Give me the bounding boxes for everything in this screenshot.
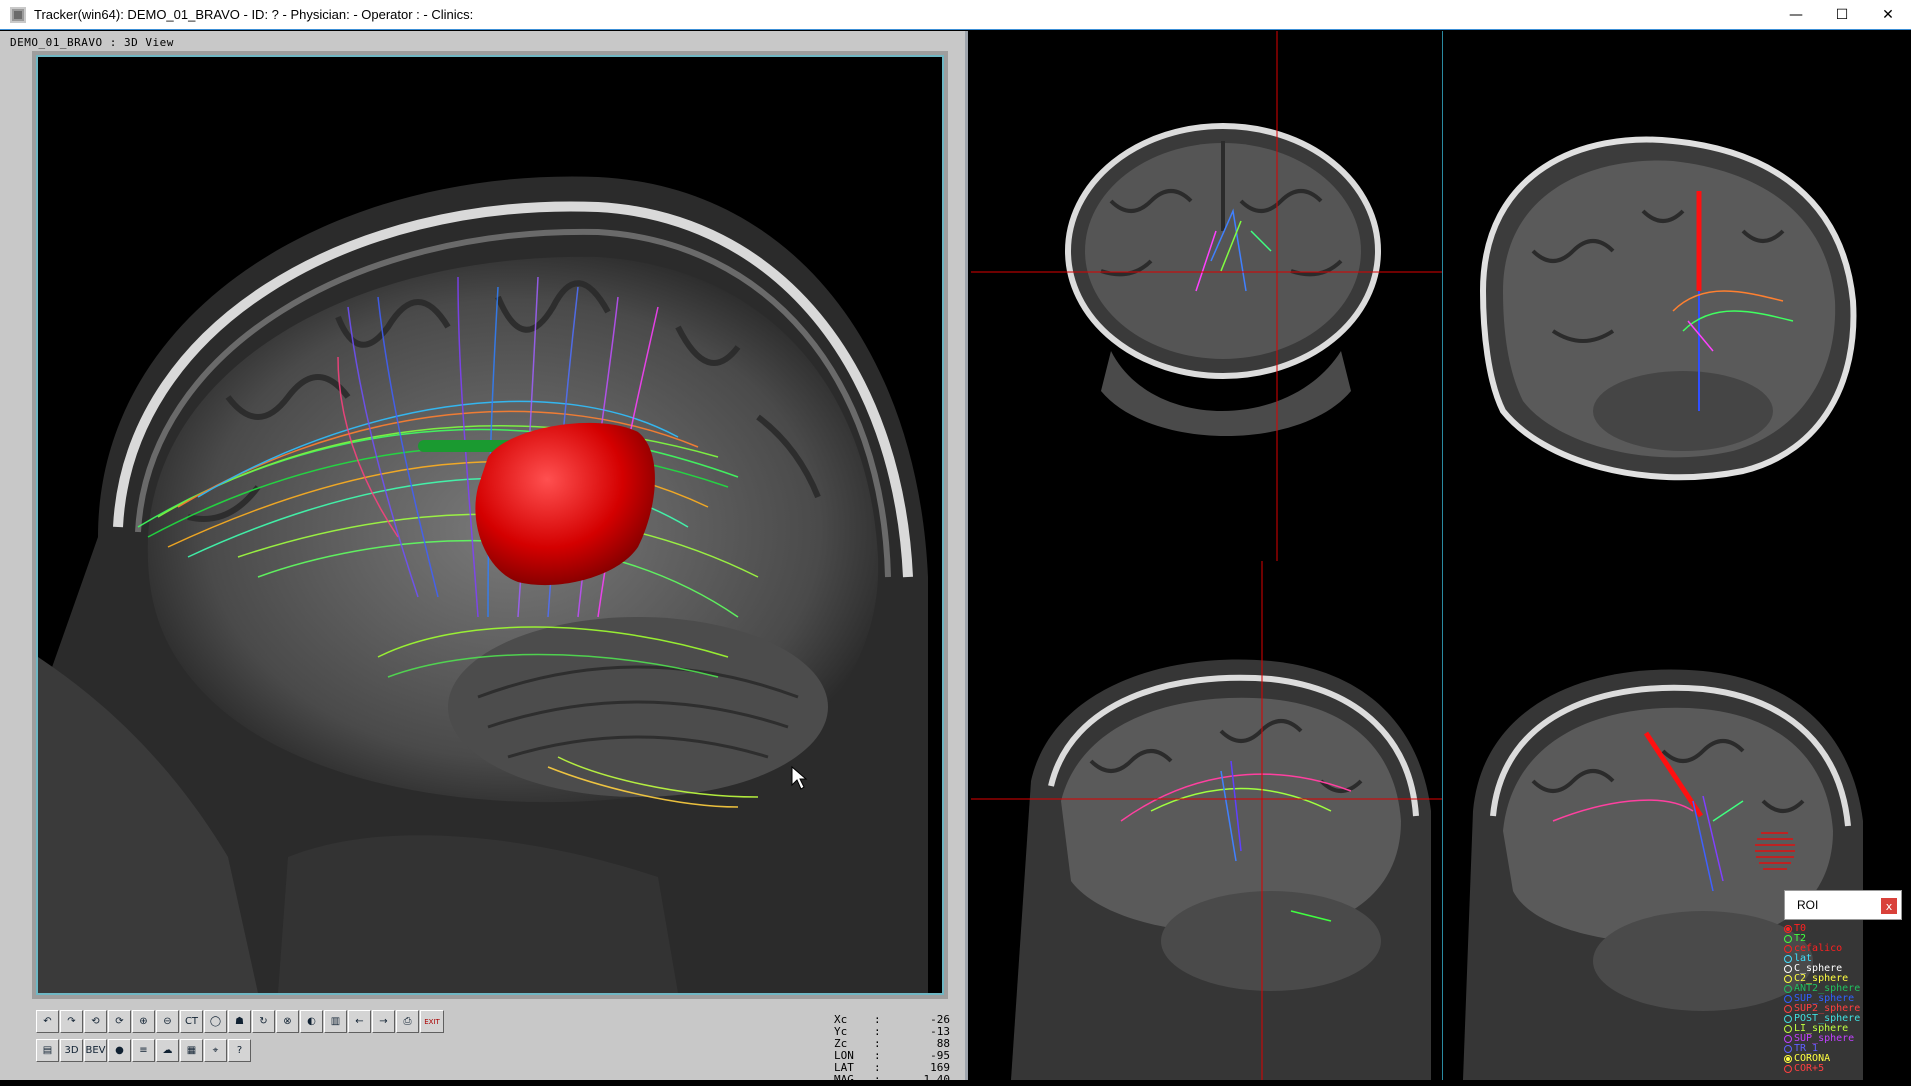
title-bar: Tracker(win64): DEMO_01_BRAVO - ID: ? - … [0, 0, 1911, 30]
roi-radio-icon[interactable] [1784, 925, 1792, 933]
maximize-button[interactable]: ☐ [1819, 0, 1865, 30]
coronal-view[interactable] [971, 31, 1442, 561]
roi-title: ROI [1797, 898, 1819, 912]
rotate-head-icon[interactable]: ↻ [252, 1010, 275, 1033]
zoom-in-icon[interactable]: ⊕ [132, 1010, 155, 1033]
roi-close-button[interactable]: x [1881, 898, 1897, 914]
coord-separator: : [874, 1073, 881, 1086]
help-icon[interactable]: ? [228, 1039, 251, 1062]
sagittal-view-top[interactable] [1443, 31, 1911, 561]
zoom-out-icon[interactable]: ⊖ [156, 1010, 179, 1033]
roi-radio-icon[interactable] [1784, 1025, 1792, 1033]
coord-row: MAG: 1.40 [834, 1074, 950, 1086]
filter-icon[interactable]: ≡ [132, 1039, 155, 1062]
poi-calendar-icon[interactable]: ▦ [180, 1039, 203, 1062]
rotate-left-icon[interactable]: ⟲ [84, 1010, 107, 1033]
window-controls: — ☐ ✕ [1773, 0, 1911, 30]
bev-icon[interactable]: BEV [84, 1039, 107, 1062]
ct-volume-icon[interactable]: CT [180, 1010, 203, 1033]
toolbar-row-2: ▤ 3D BEV ● ≡ ☁ ▦ ⌖? [36, 1039, 456, 1065]
exit-icon[interactable]: EXIT [420, 1010, 444, 1033]
arrow-right-icon[interactable]: → [372, 1010, 395, 1033]
print-icon[interactable]: ⎙ [396, 1010, 419, 1033]
roi-dialog-header: ROI x [1784, 890, 1902, 920]
sagittal-view-bottom-left[interactable] [971, 561, 1442, 1080]
toolbar-row-1: ↶ ↷ ⟲ ⟳ ⊕ ⊖ CT ◯ ☗ ↻ ⊗ ◐ ▥ ← → ⎙ EXIT [36, 1010, 456, 1036]
roi-item-label: COR+5 [1794, 1063, 1825, 1074]
record-icon[interactable]: ● [108, 1039, 131, 1062]
minimize-button[interactable]: — [1773, 0, 1819, 30]
layers-icon[interactable]: ▥ [324, 1010, 347, 1033]
arrow-left-icon[interactable]: ← [348, 1010, 371, 1033]
view-label: DEMO_01_BRAVO : 3D View [10, 36, 174, 49]
window-title: Tracker(win64): DEMO_01_BRAVO - ID: ? - … [34, 7, 474, 22]
roi-radio-icon[interactable] [1784, 1005, 1792, 1013]
window-icon[interactable]: ▤ [36, 1039, 59, 1062]
roi-item[interactable]: COR+5 [1784, 1064, 1910, 1074]
roi-radio-icon[interactable] [1784, 955, 1792, 963]
coord-row: Yc: -13 [834, 1026, 950, 1038]
crosshair-icon[interactable]: ⌖ [204, 1039, 227, 1062]
roi-radio-icon[interactable] [1784, 1055, 1792, 1063]
redo-icon[interactable]: ↷ [60, 1010, 83, 1033]
head-outline-icon[interactable]: ◯ [204, 1010, 227, 1033]
undo-icon[interactable]: ↶ [36, 1010, 59, 1033]
skull-icon[interactable]: ☗ [228, 1010, 251, 1033]
roi-radio-icon[interactable] [1784, 1065, 1792, 1073]
brain-icon[interactable]: ☁ [156, 1039, 179, 1062]
roi-radio-icon[interactable] [1784, 945, 1792, 953]
coord-value: 1.40 [923, 1073, 951, 1086]
roi-radio-icon[interactable] [1784, 935, 1792, 943]
cancel-icon[interactable]: ⊗ [276, 1010, 299, 1033]
roi-radio-icon[interactable] [1784, 1035, 1792, 1043]
roi-radio-icon[interactable] [1784, 1015, 1792, 1023]
3d-render[interactable] [38, 57, 942, 993]
roi-radio-icon[interactable] [1784, 975, 1792, 983]
app-icon [10, 6, 26, 23]
display-3d-icon[interactable]: 3D [60, 1039, 83, 1062]
3d-view-canvas[interactable] [36, 55, 944, 995]
roi-radio-icon[interactable] [1784, 1045, 1792, 1053]
coord-key: MAG [834, 1073, 854, 1086]
roi-radio-icon[interactable] [1784, 965, 1792, 973]
close-button[interactable]: ✕ [1865, 0, 1911, 30]
roi-radio-icon[interactable] [1784, 985, 1792, 993]
coordinate-readout: Xc: -26 Yc: -13 Zc:88 LON: -95 LAT:169 MAG:1.40 [834, 1014, 950, 1086]
contrast-icon[interactable]: ◐ [300, 1010, 323, 1033]
rotate-right-icon[interactable]: ⟳ [108, 1010, 131, 1033]
roi-radio-icon[interactable] [1784, 995, 1792, 1003]
roi-list: T0 T2 cefalico lat C_sphere C2_sphere ANT2_sph… [1784, 924, 1910, 1074]
toolbar: ↶ ↷ ⟲ ⟳ ⊕ ⊖ CT ◯ ☗ ↻ ⊗ ◐ ▥ ← → ⎙ EXIT ▤ 3D BEV ● ≡ ☁ ▦ ⌖? [36, 1010, 456, 1068]
left-panel: DEMO_01_BRAVO : 3D View ↶ ↷ ⟲ ⟳ ⊕ ⊖ CT ◯… [0, 31, 968, 1086]
